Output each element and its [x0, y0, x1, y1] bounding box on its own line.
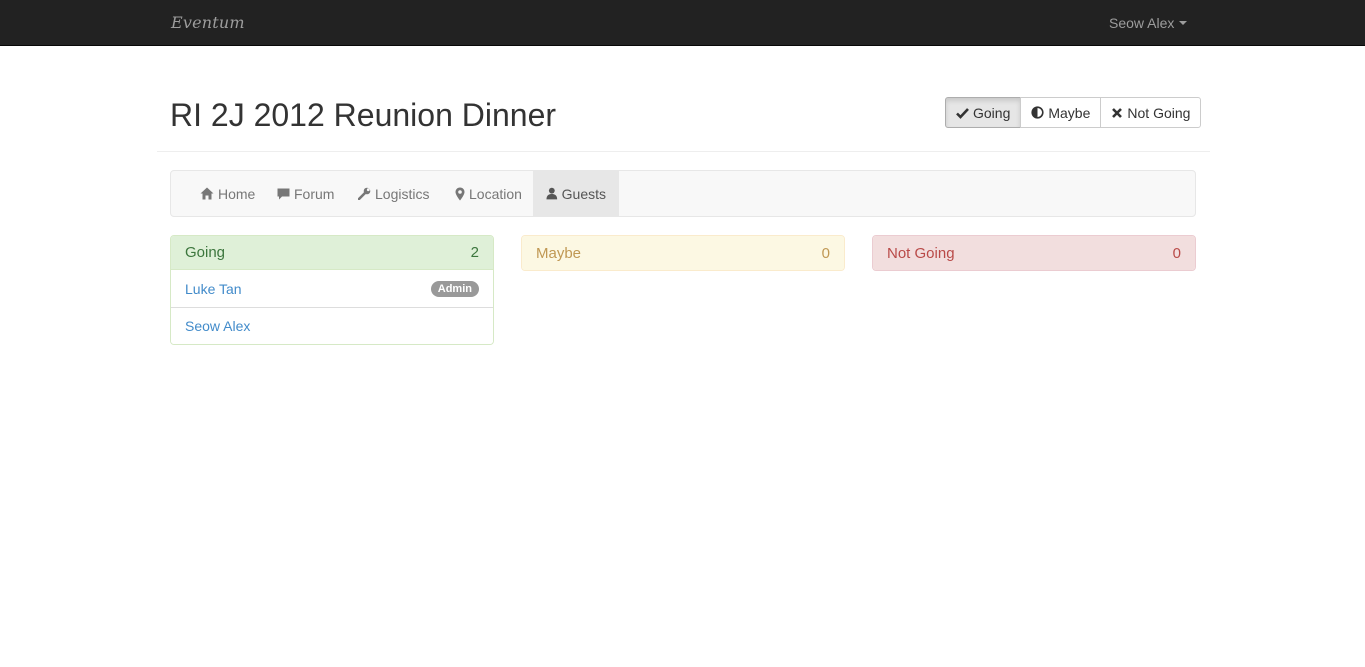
comment-icon — [277, 188, 290, 199]
wrench-icon — [358, 187, 371, 200]
not-going-panel: Not Going 0 — [872, 235, 1196, 271]
tab-location[interactable]: Location — [442, 171, 535, 216]
going-count: 2 — [470, 244, 479, 261]
close-icon — [1112, 107, 1123, 118]
not-going-panel-title: Not Going — [887, 244, 955, 262]
top-navbar: Eventum Seow Alex — [0, 0, 1365, 46]
user-menu-label: Seow Alex — [1109, 15, 1175, 31]
guest-link-luke-tan[interactable]: Luke Tan — [185, 281, 242, 297]
tab-logistics-label: Logistics — [375, 185, 430, 202]
user-menu-dropdown[interactable]: Seow Alex — [1109, 15, 1188, 31]
going-panel-title: Going — [185, 244, 226, 261]
tab-forum[interactable]: Forum — [264, 171, 347, 216]
not-going-panel-heading: Not Going 0 — [873, 236, 1195, 270]
rsvp-going-label: Going — [973, 104, 1011, 121]
going-panel-heading: Going 2 — [171, 236, 493, 270]
tab-logistics[interactable]: Logistics — [345, 171, 442, 216]
event-tab-bar: Home Forum Logistics Location Guests — [170, 170, 1196, 217]
going-panel: Going 2 Luke Tan Admin Seow Alex — [170, 235, 494, 345]
rsvp-going-button[interactable]: Going — [945, 97, 1022, 128]
rsvp-not-going-button[interactable]: Not Going — [1100, 97, 1202, 128]
tab-forum-label: Forum — [294, 185, 335, 202]
page-title: RI 2J 2012 Reunion Dinner — [170, 97, 557, 133]
maybe-panel: Maybe 0 — [521, 235, 845, 271]
not-going-count: 0 — [1172, 244, 1181, 262]
user-icon — [546, 187, 558, 200]
tab-guests-label: Guests — [561, 185, 606, 202]
rsvp-not-going-label: Not Going — [1127, 104, 1191, 121]
home-icon — [200, 187, 214, 200]
list-item: Seow Alex — [171, 307, 493, 344]
maybe-panel-title: Maybe — [536, 244, 582, 262]
maybe-panel-heading: Maybe 0 — [522, 236, 844, 270]
rsvp-maybe-label: Maybe — [1048, 104, 1091, 121]
guest-link-seow-alex[interactable]: Seow Alex — [185, 318, 250, 334]
half-circle-icon — [1031, 106, 1044, 119]
rsvp-button-group: Going Maybe Not Going — [945, 97, 1202, 128]
tab-home-label: Home — [218, 185, 256, 202]
caret-down-icon — [1179, 21, 1188, 25]
going-guest-list: Luke Tan Admin Seow Alex — [171, 270, 493, 344]
check-icon — [956, 107, 969, 119]
tab-guests[interactable]: Guests — [533, 171, 619, 216]
list-item: Luke Tan Admin — [171, 270, 493, 307]
rsvp-maybe-button[interactable]: Maybe — [1020, 97, 1102, 128]
map-marker-icon — [455, 187, 465, 200]
admin-badge: Admin — [430, 280, 479, 297]
tab-location-label: Location — [469, 185, 522, 202]
tab-home[interactable]: Home — [187, 171, 268, 216]
brand-logo[interactable]: Eventum — [171, 13, 245, 32]
maybe-count: 0 — [821, 244, 830, 262]
